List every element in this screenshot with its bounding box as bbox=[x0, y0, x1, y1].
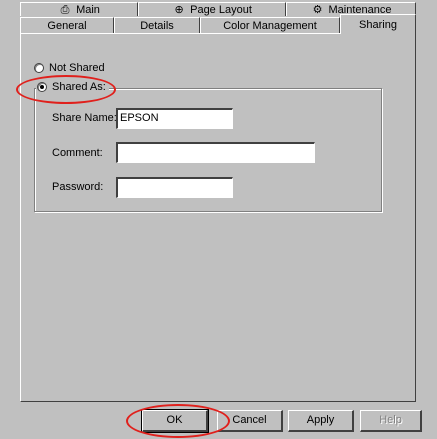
comment-input[interactable] bbox=[116, 142, 315, 163]
page-layout-icon: ⊕ bbox=[174, 4, 184, 16]
radio-circle-icon bbox=[34, 63, 44, 73]
password-input[interactable] bbox=[116, 177, 233, 198]
help-button[interactable]: Help bbox=[360, 410, 422, 432]
not-shared-radio[interactable]: Not Shared bbox=[34, 62, 105, 74]
radio-selected-icon bbox=[37, 82, 47, 92]
password-label: Password: bbox=[52, 181, 104, 193]
cancel-button[interactable]: Cancel bbox=[217, 410, 283, 432]
comment-label: Comment: bbox=[52, 147, 103, 159]
share-name-label: Share Name: bbox=[52, 112, 117, 124]
ok-button[interactable]: OK bbox=[141, 409, 209, 433]
tab-color-management[interactable]: Color Management bbox=[200, 17, 340, 33]
tab-page-layout[interactable]: ⊕ Page Layout bbox=[138, 2, 286, 16]
tab-general[interactable]: General bbox=[20, 17, 114, 33]
shared-as-radio[interactable]: Shared As: bbox=[36, 81, 109, 93]
maintenance-icon: ⚙ bbox=[312, 4, 323, 16]
apply-button[interactable]: Apply bbox=[288, 410, 354, 432]
tab-main[interactable]: ⎙ Main bbox=[20, 2, 138, 16]
tab-details[interactable]: Details bbox=[114, 17, 200, 33]
printer-icon: ⎙ bbox=[60, 4, 70, 16]
tab-sharing[interactable]: Sharing bbox=[340, 14, 416, 34]
printer-properties-dialog: ⎙ Main ⊕ Page Layout ⚙ Maintenance General … bbox=[0, 0, 437, 439]
share-name-input[interactable]: EPSON bbox=[116, 108, 233, 129]
